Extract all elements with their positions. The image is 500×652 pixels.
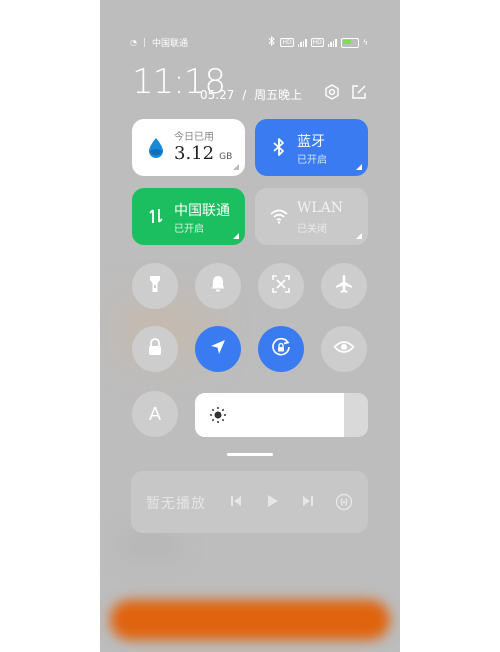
airplane-icon [334,274,354,298]
bluetooth-icon [269,137,289,157]
auto-brightness-toggle[interactable]: A [132,391,178,437]
brightness-slider[interactable] [195,393,368,437]
flashlight-icon [146,274,164,298]
screenshot-toggle[interactable] [258,263,304,309]
media-player-card[interactable]: 暂无播放 [131,471,368,533]
bluetooth-title: 蓝牙 [297,134,325,150]
bluetooth-status-icon [268,35,276,49]
auto-brightness-label: A [148,403,161,424]
rotation-lock-toggle[interactable] [258,326,304,372]
date-line: 05.27 / 周五晚上 [200,88,303,102]
location-toggle[interactable] [195,326,241,372]
signal-icon-2 [327,38,337,47]
carrier-label: 中国联通 [152,39,189,49]
wlan-tile[interactable]: WLAN 已关闭 [255,188,368,245]
play-icon[interactable] [264,493,280,509]
next-icon[interactable] [300,493,316,509]
wifi-icon [269,206,289,226]
signal-icon [297,38,307,47]
charging-icon: ϟ [362,38,368,47]
wlan-status: 已关闭 [297,224,327,235]
screenshot-icon [271,274,291,298]
location-icon [208,337,228,361]
status-bar: ◔ | 中国联通 HD HD ϟ [130,35,368,49]
data-usage-unit: GB [219,152,233,162]
phone-screen: ◔ | 中国联通 HD HD ϟ 11:18 05.27 / 周五晚上 今日已用… [100,0,400,652]
mobile-data-title: 中国联通 [174,203,230,219]
background-notification-bar [110,600,390,640]
settings-icon[interactable] [324,84,340,100]
data-usage-label: 今日已用 [174,132,214,143]
lock-toggle[interactable] [132,326,178,372]
edit-icon[interactable] [351,84,367,100]
data-usage-tile[interactable]: 今日已用 3.12 GB [132,119,245,176]
bluetooth-tile[interactable]: 蓝牙 已开启 [255,119,368,176]
drag-handle[interactable] [227,453,273,456]
wlan-title: WLAN [297,200,344,216]
cast-icon[interactable] [335,493,353,511]
eye-icon [333,339,355,359]
water-drop-icon [146,137,166,158]
hd-badge: HD [280,38,294,47]
bell-icon [209,274,227,298]
battery-icon [340,37,359,48]
airplane-toggle[interactable] [321,263,367,309]
reading-mode-toggle[interactable] [321,326,367,372]
mobile-data-status: 已开启 [174,224,204,235]
media-status-label: 暂无播放 [146,496,206,512]
data-transfer-icon [146,206,166,226]
sim-icon: ◔ [130,38,137,47]
mobile-data-tile[interactable]: 中国联通 已开启 [132,188,245,245]
sun-icon [209,406,227,424]
bluetooth-status: 已开启 [297,155,327,166]
rotation-lock-icon [270,336,292,362]
lock-icon [146,337,164,361]
data-usage-value: 3.12 [174,143,215,164]
hd-badge-2: HD [310,38,324,47]
previous-icon[interactable] [228,493,244,509]
notification-toggle[interactable] [195,263,241,309]
flashlight-toggle[interactable] [132,263,178,309]
